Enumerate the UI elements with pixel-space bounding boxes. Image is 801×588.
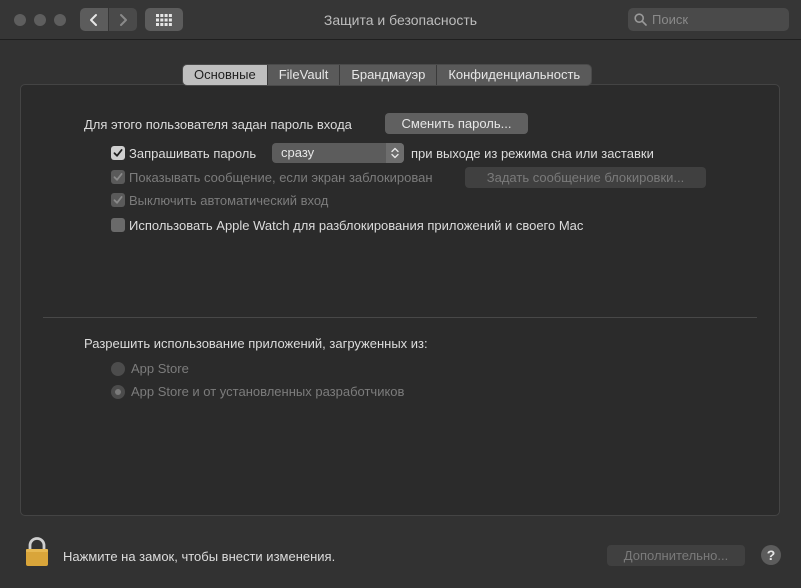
set-lock-message-button[interactable]: Задать сообщение блокировки... bbox=[465, 167, 706, 188]
show-message-label: Показывать сообщение, если экран заблоки… bbox=[129, 170, 433, 185]
checkmark-icon bbox=[113, 149, 123, 157]
advanced-button[interactable]: Дополнительно... bbox=[607, 545, 745, 566]
titlebar: Защита и безопасность Поиск bbox=[0, 0, 801, 40]
tab-filevault[interactable]: FileVault bbox=[266, 65, 340, 85]
search-field[interactable]: Поиск bbox=[628, 8, 789, 31]
search-placeholder: Поиск bbox=[652, 12, 689, 27]
help-button[interactable]: ? bbox=[761, 545, 781, 565]
radio-app-store-label: App Store bbox=[131, 361, 189, 376]
tab-bar: Основные FileVault Брандмауэр Конфиденци… bbox=[183, 65, 592, 85]
checkmark-icon bbox=[113, 173, 123, 181]
require-password-delay-value: сразу bbox=[281, 145, 315, 160]
updown-arrows-icon bbox=[386, 143, 404, 163]
password-status-text: Для этого пользователя задан пароль вход… bbox=[84, 117, 352, 132]
apple-watch-checkbox[interactable] bbox=[111, 218, 125, 232]
require-password-checkbox[interactable] bbox=[111, 146, 125, 160]
checkmark-icon bbox=[113, 196, 123, 204]
radio-app-store-and-developers[interactable] bbox=[111, 385, 125, 399]
require-password-suffix: при выходе из режима сна или заставки bbox=[411, 146, 654, 161]
radio-app-store[interactable] bbox=[111, 362, 125, 376]
lock-icon bbox=[26, 537, 48, 566]
radio-app-store-and-developers-label: App Store и от установленных разработчик… bbox=[131, 384, 405, 399]
apple-watch-label: Использовать Apple Watch для разблокиров… bbox=[129, 218, 584, 233]
allow-apps-heading: Разрешить использование приложений, загр… bbox=[84, 336, 428, 351]
lock-button[interactable] bbox=[25, 537, 49, 572]
disable-autologin-label: Выключить автоматический вход bbox=[129, 193, 329, 208]
tab-firewall[interactable]: Брандмауэр bbox=[339, 65, 436, 85]
require-password-label: Запрашивать пароль bbox=[129, 146, 257, 161]
tab-general[interactable]: Основные bbox=[183, 65, 267, 85]
change-password-button[interactable]: Сменить пароль... bbox=[385, 113, 528, 134]
section-divider bbox=[43, 317, 757, 318]
lock-hint-text: Нажмите на замок, чтобы внести изменения… bbox=[63, 549, 336, 564]
disable-autologin-checkbox[interactable] bbox=[111, 193, 125, 207]
tab-privacy[interactable]: Конфиденциальность bbox=[436, 65, 591, 85]
require-password-delay-select[interactable]: сразу bbox=[272, 143, 404, 163]
show-message-checkbox[interactable] bbox=[111, 170, 125, 184]
search-icon bbox=[634, 13, 647, 26]
